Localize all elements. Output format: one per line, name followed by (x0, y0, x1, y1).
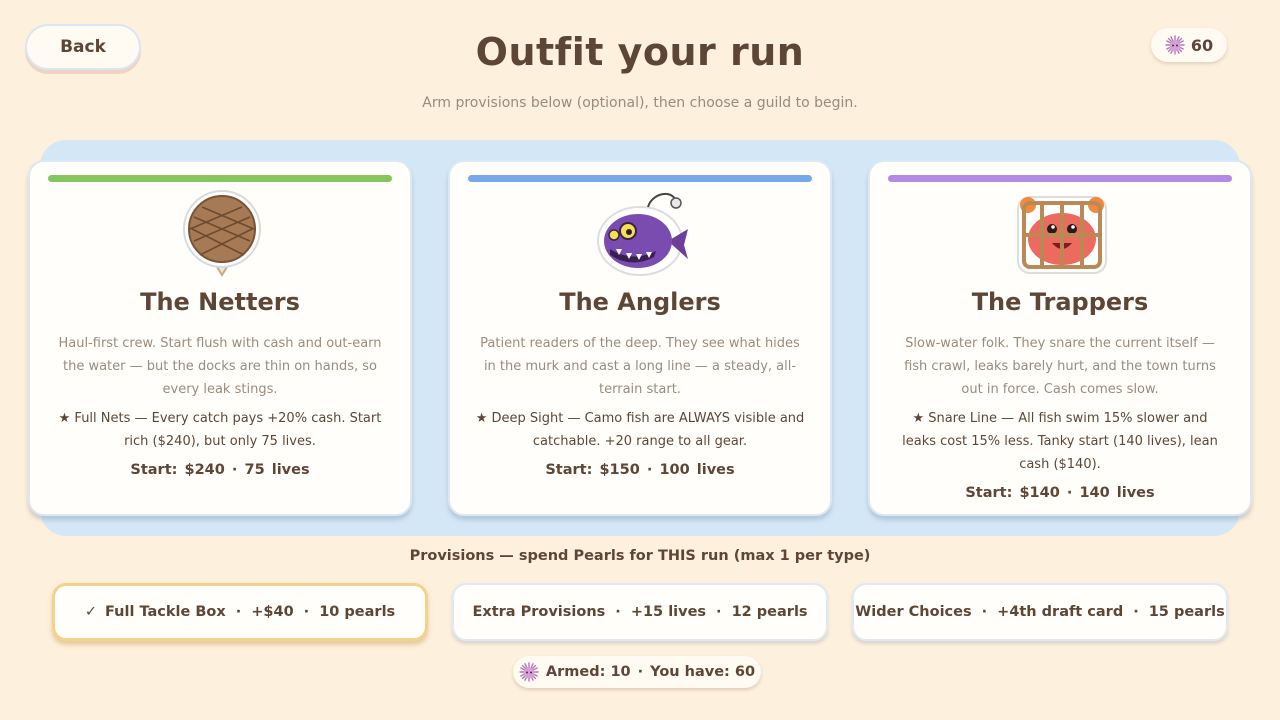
provision-effect: +15 lives (630, 604, 707, 620)
guild-name: The Anglers (559, 288, 721, 316)
armed-count: Armed: 10 (545, 664, 631, 680)
provisions-heading: Provisions — spend Pearls for THIS run (… (409, 548, 871, 564)
start-label: Start: (130, 462, 178, 478)
check-icon: ✓ (84, 604, 97, 620)
provision-wider-choices[interactable]: Wider Choices · +4th draft card · 15 pea… (852, 583, 1228, 641)
provision-effect: +$40 (251, 604, 294, 620)
guild-description-block: Haul-first crew. Start flush with cash a… (54, 332, 386, 482)
guild-accent-bar (468, 175, 812, 182)
guild-description: Slow-water folk. They snare the current … (904, 336, 1216, 397)
guild-perk: ★ Deep Sight — Camo fish are ALWAYS visi… (475, 411, 805, 449)
anglerfish-icon (597, 192, 688, 276)
separator: · (1066, 485, 1073, 501)
provision-extra-provisions[interactable]: Extra Provisions · +15 lives · 12 pearls (452, 583, 828, 641)
separator: · (303, 604, 310, 620)
guild-description: Haul-first crew. Start flush with cash a… (58, 336, 382, 397)
provision-full-tackle-box[interactable]: ✓ Full Tackle Box · +$40 · 10 pearls (52, 583, 428, 641)
provision-cost: 12 pearls (731, 604, 808, 620)
separator: · (981, 604, 988, 620)
guild-card-netters[interactable]: The Netters Haul-first crew. Start flush… (28, 160, 412, 516)
guild-perk: ★ Full Nets — Every catch pays +20% cash… (58, 411, 382, 449)
provision-name: Extra Provisions (472, 604, 606, 620)
guild-accent-bar (888, 175, 1232, 182)
guild-description-block: Patient readers of the deep. They see wh… (474, 332, 806, 482)
start-lives: 100 lives (659, 462, 735, 478)
page-subtitle: Arm provisions below (optional), then ch… (422, 95, 858, 111)
provision-name: Wider Choices (855, 604, 972, 620)
separator: · (716, 604, 722, 620)
start-lives: 75 lives (244, 462, 310, 478)
guild-description-block: Slow-water folk. They snare the current … (894, 332, 1226, 505)
provision-name: Full Tackle Box (104, 604, 226, 620)
pearls-available: You have: 60 (650, 664, 756, 680)
separator: · (235, 604, 242, 620)
start-cash: $150 (599, 462, 640, 478)
provision-cost: 10 pearls (319, 604, 396, 620)
start-cash: $140 (1019, 485, 1060, 501)
pearl-urchin-icon (519, 662, 539, 682)
guild-description: Patient readers of the deep. They see wh… (480, 336, 800, 397)
armed-status: Armed: 10 · You have: 60 (513, 656, 761, 688)
provision-cost: 15 pearls (1148, 604, 1225, 620)
guild-start-stats: Start: $140 · 140 lives (894, 482, 1226, 505)
start-cash: $240 (184, 462, 225, 478)
start-label: Start: (965, 485, 1013, 501)
guild-start-stats: Start: $240 · 75 lives (54, 459, 386, 482)
net-ball-icon (183, 190, 261, 277)
start-label: Start: (545, 462, 593, 478)
page-title: Outfit your run (475, 30, 805, 74)
crab-trap-icon (1017, 196, 1107, 274)
guild-start-stats: Start: $150 · 100 lives (474, 459, 806, 482)
separator: · (1133, 604, 1139, 620)
separator: · (615, 604, 621, 620)
separator: · (231, 462, 238, 478)
separator: · (637, 664, 644, 680)
guild-name: The Trappers (971, 288, 1149, 316)
guild-perk: ★ Snare Line — All fish swim 15% slower … (902, 411, 1218, 472)
provision-effect: +4th draft card (997, 604, 1124, 620)
guild-card-anglers[interactable]: The Anglers Patient readers of the deep.… (448, 160, 832, 516)
start-lives: 140 lives (1079, 485, 1155, 501)
guild-accent-bar (48, 175, 392, 182)
guild-card-trappers[interactable]: The Trappers Slow-water folk. They snare… (868, 160, 1252, 516)
guild-name: The Netters (140, 288, 300, 316)
separator: · (646, 462, 653, 478)
